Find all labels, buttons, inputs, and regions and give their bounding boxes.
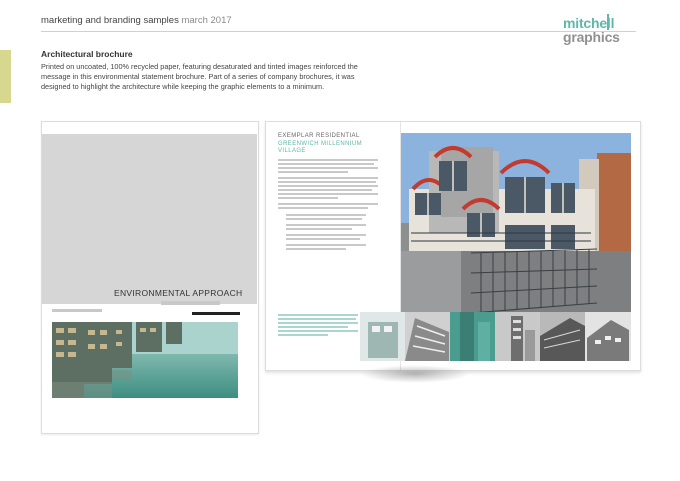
cover-grey-panel	[42, 134, 257, 304]
text-placeholder-line	[286, 224, 366, 226]
spread-eyebrow: EXEMPLAR RESIDENTIAL	[278, 133, 360, 139]
teal-text-placeholder-line	[278, 314, 358, 316]
side-tab-marker	[0, 50, 11, 103]
text-placeholder-line	[286, 214, 366, 216]
text-placeholder-line	[278, 163, 374, 165]
text-placeholder-line	[278, 185, 378, 187]
text-placeholder-line	[286, 234, 366, 236]
sample-description: Printed on uncoated, 100% recycled paper…	[41, 62, 358, 91]
cover-bar-black	[192, 312, 240, 315]
teal-text-placeholder-line	[278, 330, 358, 332]
cover-bar-grey-left	[52, 309, 102, 312]
text-placeholder-line	[278, 159, 378, 161]
header-date: march 2017	[181, 15, 232, 26]
photo-strip	[360, 312, 631, 361]
logo-word-graphics: graphics	[563, 29, 620, 45]
cover-building-photo	[52, 322, 238, 398]
strip-photo-tile	[495, 312, 540, 361]
text-placeholder-line	[278, 203, 378, 205]
spread-shadow	[360, 365, 470, 383]
teal-text-placeholder-line	[278, 322, 358, 324]
header-title-text: marketing and branding samples	[41, 15, 179, 26]
strip-photo-tile	[540, 312, 585, 361]
mitchell-graphics-logo: mitchell graphics	[563, 14, 643, 46]
strip-photo-tile	[450, 312, 495, 361]
text-placeholder-line	[286, 244, 366, 246]
text-placeholder-line	[278, 167, 378, 169]
brochure-spread: EXEMPLAR RESIDENTIAL GREENWICH MILLENNIU…	[265, 121, 641, 371]
text-placeholder-line	[278, 207, 368, 209]
text-placeholder-line	[286, 248, 346, 250]
sample-title: Architectural brochure	[41, 49, 133, 59]
text-placeholder-line	[278, 181, 376, 183]
strip-photo-tile	[405, 312, 450, 361]
strip-photo-tile	[360, 312, 405, 361]
teal-text-placeholder-line	[278, 326, 348, 328]
page-header-title: marketing and branding samples march 201…	[41, 15, 232, 26]
text-placeholder-line	[278, 193, 378, 195]
text-placeholder-line	[286, 228, 352, 230]
logo-word-mitchell: mitchell	[563, 15, 615, 31]
spread-headline: GREENWICH MILLENNIUM VILLAGE	[278, 141, 363, 154]
cover-photo-illustration	[52, 322, 238, 398]
text-placeholder-line	[278, 197, 338, 199]
teal-text-placeholder-line	[278, 334, 328, 336]
hero-building-photo	[401, 133, 631, 314]
cover-bar-grey	[161, 301, 220, 305]
strip-photo-tile	[585, 312, 631, 361]
cover-heading: ENVIRONMENTAL APPROACH	[114, 288, 243, 298]
text-placeholder-line	[286, 238, 360, 240]
text-placeholder-line	[286, 218, 362, 220]
text-placeholder-line	[278, 189, 372, 191]
text-placeholder-line	[278, 171, 348, 173]
text-placeholder-line	[278, 177, 378, 179]
header-divider	[41, 31, 636, 32]
hero-photo-illustration	[401, 133, 631, 314]
brochure-cover: ENVIRONMENTAL APPROACH	[41, 121, 259, 434]
teal-text-placeholder-line	[278, 318, 356, 320]
